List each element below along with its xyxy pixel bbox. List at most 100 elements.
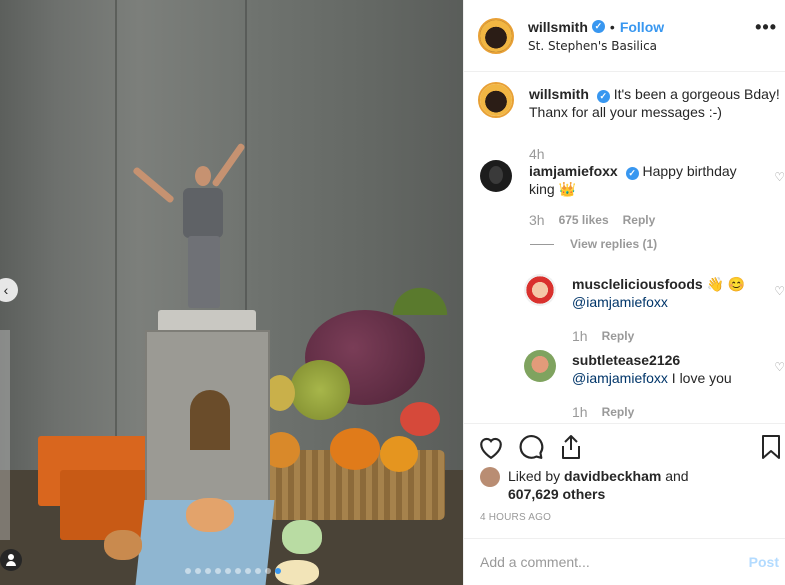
reply-body: I love you <box>671 370 732 386</box>
reply-time[interactable]: 1h <box>572 328 588 344</box>
reply-avatar[interactable] <box>524 350 556 382</box>
likes-summary: Liked by davidbeckham and 607,629 others <box>508 467 689 503</box>
comment-username[interactable]: iamjamiefoxx <box>529 163 618 179</box>
comment-icon[interactable] <box>518 434 544 460</box>
bookmark-icon[interactable] <box>758 434 784 460</box>
avatar-image <box>489 166 503 184</box>
caption-text: willsmith ✓ It's been a gorgeous Bday! T… <box>529 85 784 121</box>
caption-username[interactable]: willsmith <box>529 86 589 102</box>
carousel-prev-button[interactable]: ‹ <box>0 278 18 302</box>
header-text: willsmith ✓ • Follow St. Stephen's Basil… <box>528 19 664 53</box>
macaron <box>104 530 142 560</box>
view-replies-label: View replies (1) <box>570 237 658 251</box>
reply-avatar[interactable] <box>524 274 556 306</box>
caption-avatar[interactable] <box>478 82 514 118</box>
pineapple <box>390 255 450 315</box>
reply-row: muscleliciousfoods 👋 😊 @iamjamiefoxx ♡ 1… <box>464 274 785 344</box>
carousel-dot <box>195 568 201 574</box>
reply-username[interactable]: subtletease2126 <box>572 352 680 368</box>
post-comment-button[interactable]: Post <box>749 554 779 570</box>
reply-mention[interactable]: @iamjamiefoxx <box>572 370 668 386</box>
comment-like-heart-icon[interactable]: ♡ <box>774 170 785 184</box>
orange-fruit <box>330 428 380 470</box>
reply-button[interactable]: Reply <box>602 329 635 343</box>
verified-badge-icon: ✓ <box>591 20 605 33</box>
reply-like-heart-icon[interactable]: ♡ <box>774 284 785 298</box>
add-comment-bar: Post <box>464 538 785 585</box>
post-header: willsmith ✓ • Follow St. Stephen's Basil… <box>464 0 785 72</box>
comment-text: iamjamiefoxx ✓ Happy birthday king 👑 <box>529 162 754 198</box>
comment-input[interactable] <box>480 554 749 570</box>
carousel-dot <box>255 568 261 574</box>
orange-box <box>60 470 150 540</box>
verified-badge-icon: ✓ <box>596 89 610 103</box>
likes-user[interactable]: davidbeckham <box>564 468 661 484</box>
comment-likes[interactable]: 675 likes <box>559 213 609 227</box>
chevron-left-icon: ‹ <box>3 282 9 298</box>
reply-mention[interactable]: @iamjamiefoxx <box>572 294 668 310</box>
figure-head <box>195 166 211 186</box>
carousel-dot <box>205 568 211 574</box>
tagged-users-button[interactable] <box>0 549 22 571</box>
figure-arm <box>211 142 246 188</box>
likes-count[interactable]: 607,629 others <box>508 486 605 502</box>
glass <box>0 330 10 540</box>
tower-arch <box>190 390 230 450</box>
macaron <box>282 520 322 554</box>
dot-separator: • <box>609 18 615 35</box>
figure-legs <box>188 236 220 308</box>
avatar-image <box>480 19 512 52</box>
more-options-icon[interactable]: ••• <box>755 17 777 38</box>
green-grapes <box>290 360 350 420</box>
author-username[interactable]: willsmith <box>528 19 588 35</box>
reply-username[interactable]: muscleliciousfoods <box>572 276 703 292</box>
caption-row: willsmith ✓ It's been a gorgeous Bday! T… <box>464 82 785 162</box>
post-side-panel: willsmith ✓ • Follow St. Stephen's Basil… <box>463 0 785 585</box>
carousel-dot <box>245 568 251 574</box>
macaron <box>186 498 234 532</box>
macaron <box>275 560 319 585</box>
view-replies-button[interactable]: View replies (1) <box>530 237 657 251</box>
carousel-dot <box>265 568 271 574</box>
carousel-dot <box>235 568 241 574</box>
comment-meta: 3h 675 likes Reply <box>529 212 655 228</box>
post-media[interactable]: ‹ <box>0 0 463 585</box>
author-avatar[interactable] <box>478 17 514 54</box>
carousel-dot <box>185 568 191 574</box>
likes-and: and <box>665 468 689 484</box>
verified-badge-icon: ✓ <box>625 166 639 180</box>
carousel-dot <box>215 568 221 574</box>
reply-emoji: 👋 😊 <box>706 276 746 292</box>
post-location[interactable]: St. Stephen's Basilica <box>528 39 664 53</box>
share-icon[interactable] <box>558 434 584 460</box>
likes-prefix: Liked by <box>508 468 561 484</box>
user-tag-icon-body <box>6 561 16 566</box>
follow-button[interactable]: Follow <box>620 19 664 35</box>
reply-meta: 1h Reply <box>572 404 634 420</box>
comments-section[interactable]: willsmith ✓ It's been a gorgeous Bday! T… <box>464 72 785 422</box>
reply-meta: 1h Reply <box>572 328 634 344</box>
carousel-dots <box>185 568 281 574</box>
header-line: willsmith ✓ • Follow <box>528 19 664 35</box>
apple <box>400 402 440 436</box>
reply-button[interactable]: Reply <box>623 213 656 227</box>
orange-fruit <box>380 436 418 472</box>
liked-by-avatar[interactable] <box>480 467 500 487</box>
figure-body <box>183 188 223 238</box>
post-date[interactable]: 4 HOURS AGO <box>480 512 551 523</box>
reply-like-heart-icon[interactable]: ♡ <box>774 360 785 374</box>
comment-avatar[interactable] <box>480 160 512 192</box>
action-bar <box>464 423 785 471</box>
reply-row: subtletease2126 @iamjamiefoxx I love you… <box>464 350 785 420</box>
reply-time[interactable]: 1h <box>572 404 588 420</box>
user-tag-icon <box>8 554 14 560</box>
carousel-dot-active <box>275 568 281 574</box>
reply-button[interactable]: Reply <box>602 405 635 419</box>
view-replies-line <box>530 243 554 245</box>
figure-arm <box>132 166 175 204</box>
heart-icon[interactable] <box>478 434 504 460</box>
carousel-dot <box>225 568 231 574</box>
avatar-image <box>480 84 512 116</box>
reply-text: muscleliciousfoods 👋 😊 @iamjamiefoxx <box>572 275 762 311</box>
comment-time[interactable]: 3h <box>529 212 545 228</box>
